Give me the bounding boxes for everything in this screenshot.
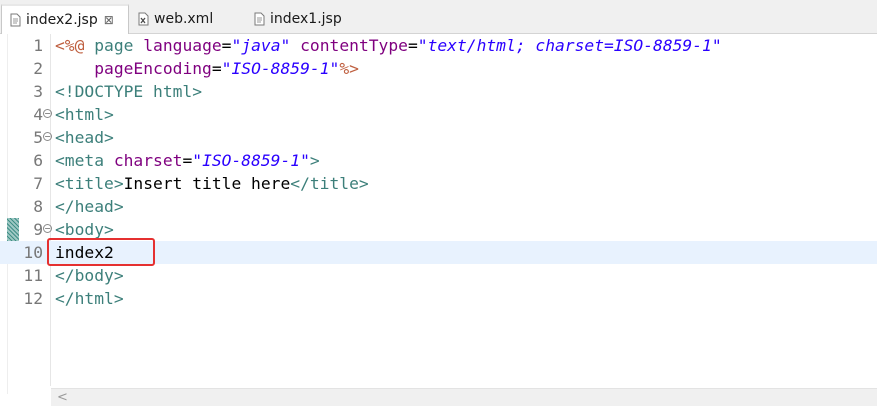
code-token: "ISO-8859-1"	[221, 59, 340, 78]
code-line[interactable]: 6 <meta charset="ISO-8859-1">	[0, 149, 877, 172]
code-line[interactable]: 8 </head>	[0, 195, 877, 218]
scroll-left-icon[interactable]: <	[57, 390, 68, 405]
tab-label: index1.jsp	[270, 11, 342, 27]
code-token: </html>	[55, 289, 124, 308]
code-text: <!DOCTYPE html>	[55, 80, 202, 103]
code-token: <%@	[55, 36, 85, 55]
code-line[interactable]: 12 </html>	[0, 287, 877, 310]
code-token: pageEncoding	[94, 59, 212, 78]
line-number: 7	[33, 174, 43, 193]
code-editor: index2.jsp ⊠ web.xml index1.jsp 1 <%@ pag…	[0, 0, 877, 414]
jsp-file-icon	[10, 13, 21, 27]
tab-label: index2.jsp	[26, 12, 98, 28]
code-line[interactable]: 7 <title>Insert title here</title>	[0, 172, 877, 195]
code-text: </head>	[55, 195, 124, 218]
line-number: 4	[33, 105, 43, 124]
tab-index2-jsp[interactable]: index2.jsp ⊠	[1, 4, 129, 34]
code-line[interactable]: 2 pageEncoding="ISO-8859-1"%>	[0, 57, 877, 80]
line-number: 12	[23, 289, 43, 308]
code-text: pageEncoding="ISO-8859-1"%>	[55, 57, 359, 80]
xml-file-icon	[138, 12, 149, 26]
code-token: <html>	[55, 105, 114, 124]
code-text: <head>	[55, 126, 114, 149]
close-icon[interactable]: ⊠	[104, 13, 114, 27]
code-line[interactable]: 1 <%@ page language="java" contentType="t…	[0, 34, 877, 57]
code-text: <%@ page language="java" contentType="te…	[55, 34, 722, 57]
line-number: 10	[23, 243, 43, 262]
line-number: 8	[33, 197, 43, 216]
tab-label: web.xml	[154, 11, 214, 27]
line-number: 1	[33, 36, 43, 55]
line-number: 2	[33, 59, 43, 78]
code-token: "text/html; charset=ISO-8859-1"	[417, 36, 722, 55]
code-token: <body>	[55, 220, 114, 239]
code-token: language	[143, 36, 222, 55]
annotation-highlight-box	[47, 238, 155, 266]
line-number: 3	[33, 82, 43, 101]
code-area[interactable]: 1 <%@ page language="java" contentType="t…	[0, 34, 877, 386]
code-text: <meta charset="ISO-8859-1">	[55, 149, 320, 172]
code-token: <head>	[55, 128, 114, 147]
code-token: =	[407, 36, 418, 55]
code-token: Insert title here	[123, 174, 291, 193]
line-number: 11	[23, 266, 43, 285]
code-text: </html>	[55, 287, 124, 310]
code-token: charset	[113, 151, 183, 170]
code-line[interactable]: 4− <html>	[0, 103, 877, 126]
code-token: </body>	[55, 266, 124, 285]
code-token: =	[182, 151, 193, 170]
code-token: =	[211, 59, 222, 78]
code-token: contentType	[300, 36, 408, 55]
fold-toggle-icon[interactable]: −	[43, 224, 52, 233]
tab-web-xml[interactable]: web.xml	[130, 4, 245, 34]
tab-index1-jsp[interactable]: index1.jsp	[246, 4, 366, 34]
code-token: <meta	[55, 151, 114, 170]
code-text: </body>	[55, 264, 124, 287]
code-token: %>	[339, 59, 359, 78]
code-token: </head>	[55, 197, 124, 216]
code-token: </title>	[290, 174, 369, 193]
code-line[interactable]: 11 </body>	[0, 264, 877, 287]
code-line[interactable]: 3 <!DOCTYPE html>	[0, 80, 877, 103]
bottom-strip	[0, 406, 877, 414]
code-text: <html>	[55, 103, 114, 126]
horizontal-scrollbar[interactable]: <	[51, 388, 877, 406]
line-number: 6	[33, 151, 43, 170]
line-number: 9	[33, 220, 43, 239]
code-text: <title>Insert title here</title>	[55, 172, 369, 195]
code-token: "java"	[231, 36, 291, 55]
code-token: page	[84, 36, 144, 55]
jsp-file-icon	[254, 12, 265, 26]
code-token: =	[221, 36, 232, 55]
line-number: 5	[33, 128, 43, 147]
code-token: <title>	[55, 174, 124, 193]
code-line[interactable]: 5− <head>	[0, 126, 877, 149]
code-token: "ISO-8859-1"	[192, 151, 310, 170]
code-token: >	[309, 151, 320, 170]
code-token: <!DOCTYPE html>	[55, 82, 203, 101]
fold-toggle-icon[interactable]: −	[43, 132, 52, 141]
editor-tab-bar: index2.jsp ⊠ web.xml index1.jsp	[0, 0, 877, 34]
fold-toggle-icon[interactable]: −	[43, 109, 52, 118]
